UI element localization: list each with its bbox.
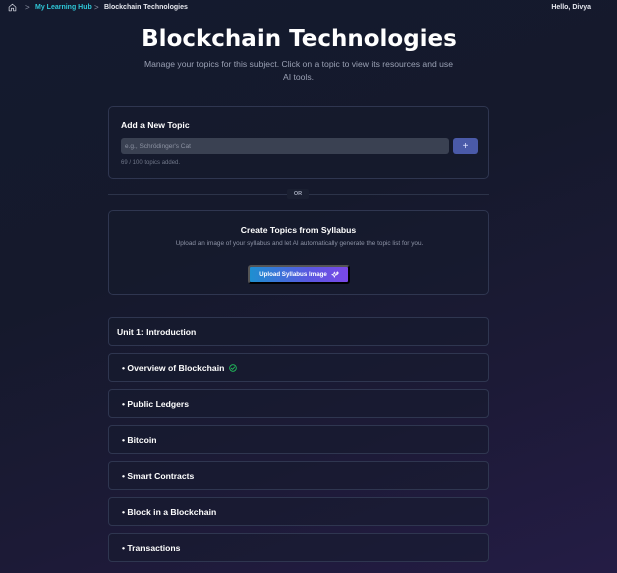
syllabus-description: Upload an image of your syllabus and let… — [175, 240, 424, 247]
syllabus-card: Create Topics from Syllabus Upload an im… — [108, 210, 489, 295]
upload-syllabus-button[interactable]: Upload Syllabus Image — [248, 265, 350, 284]
page-subtitle: Manage your topics for this subject. Cli… — [143, 59, 454, 82]
breadcrumb-hub-link[interactable]: My Learning Hub — [35, 4, 92, 11]
divider-line-left — [108, 194, 287, 195]
divider-line-right — [309, 194, 489, 195]
topic-input[interactable] — [121, 138, 449, 154]
sparkle-icon — [331, 270, 339, 278]
topic-count: 69 / 100 topics added. — [121, 160, 181, 166]
topic-item[interactable]: • Transactions — [108, 533, 489, 562]
add-topic-button[interactable]: + — [453, 138, 478, 154]
topic-label: • Block in a Blockchain — [122, 506, 217, 517]
topic-label: • Smart Contracts — [122, 470, 195, 481]
topic-label: • Transactions — [122, 542, 181, 553]
top-bar: > My Learning Hub > Blockchain Technolog… — [0, 0, 617, 16]
user-greeting[interactable]: Hello, Divya — [551, 4, 591, 11]
topic-item[interactable]: • Overview of Blockchain — [108, 353, 489, 382]
check-circle-icon — [229, 363, 238, 372]
breadcrumb-separator: > — [25, 3, 30, 12]
topic-item[interactable]: • Block in a Blockchain — [108, 497, 489, 526]
topic-item[interactable]: • Smart Contracts — [108, 461, 489, 490]
syllabus-title: Create Topics from Syllabus — [240, 225, 357, 235]
breadcrumb-separator: > — [94, 3, 99, 12]
topic-item[interactable]: • Public Ledgers — [108, 389, 489, 418]
add-topic-title: Add a New Topic — [121, 120, 190, 130]
upload-button-label: Upload Syllabus Image — [259, 271, 327, 278]
topic-item[interactable]: • Bitcoin — [108, 425, 489, 454]
or-divider: OR — [287, 189, 309, 199]
topic-label: • Overview of Blockchain — [122, 362, 225, 373]
add-topic-card: Add a New Topic + 69 / 100 topics added. — [108, 106, 489, 179]
breadcrumb-current: Blockchain Technologies — [104, 4, 188, 11]
unit-header[interactable]: Unit 1: Introduction — [108, 317, 489, 346]
topic-label: • Bitcoin — [122, 434, 157, 445]
plus-icon: + — [462, 140, 469, 152]
page-title: Blockchain Technologies — [141, 26, 457, 52]
unit-title: Unit 1: Introduction — [117, 326, 197, 337]
topic-label: • Public Ledgers — [122, 398, 190, 409]
